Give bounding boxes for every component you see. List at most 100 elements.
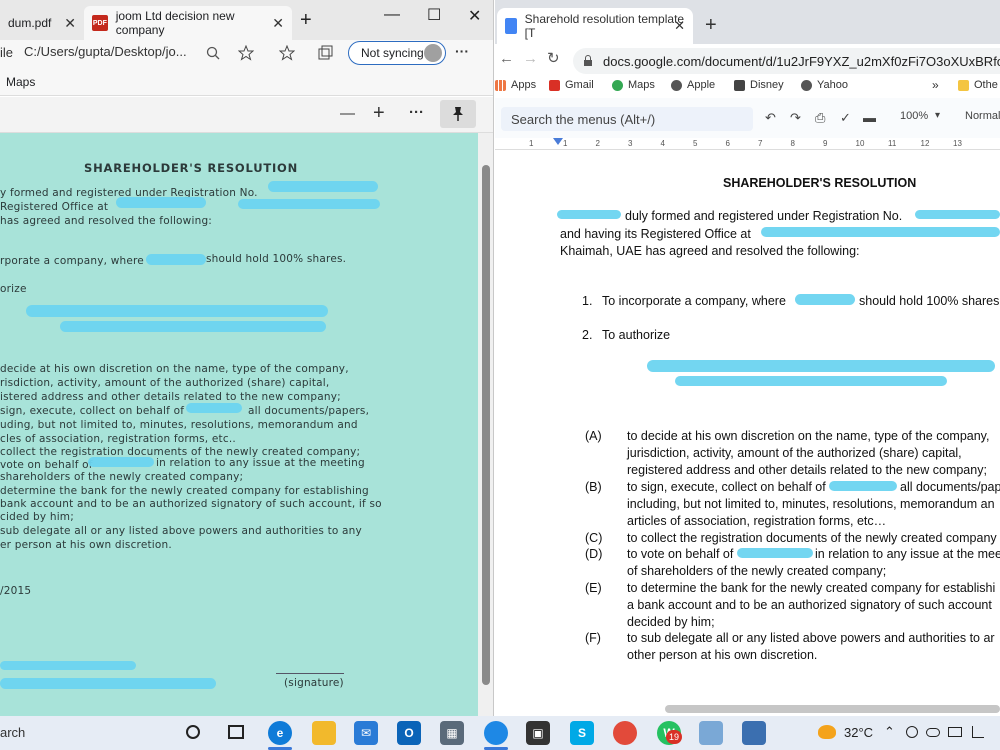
bookmark-label: Disney [750,79,784,91]
close-icon[interactable]: ✕ [64,15,76,32]
scrollbar-thumb[interactable] [482,165,490,685]
add-favorite-icon[interactable] [238,45,254,61]
favorite-maps[interactable]: Maps [6,75,35,89]
clause-label: (C) [585,531,603,545]
network-icon[interactable] [906,726,918,738]
paint-format-icon[interactable]: ▬ [863,110,876,125]
file-explorer-icon[interactable] [312,721,336,745]
bookmark-apple[interactable]: Apple [671,79,715,91]
forward-icon[interactable]: → [523,50,538,67]
pin-toolbar-button[interactable] [440,100,476,128]
zoom-out-button[interactable]: — [340,105,355,122]
tab-joom-decision[interactable]: PDF joom Ltd decision new company ✕ [84,6,292,40]
new-tab-button[interactable]: + [300,9,312,32]
ruler[interactable]: 1 1 2 3 4 5 6 7 8 9 10 11 12 13 [495,138,1000,150]
edge-icon[interactable]: e [268,721,292,745]
ruler-tick: 9 [823,139,828,148]
calculator-icon[interactable]: ▦ [440,721,464,745]
address-input[interactable]: C:/Users/gupta/Desktop/jo... [24,44,234,66]
new-tab-button[interactable]: + [705,14,717,37]
zoom-in-button[interactable]: + [373,102,385,125]
chrome-window: Sharehold resolution template [T ✕ + ← →… [495,0,1000,716]
edge-address-bar: ile C:/Users/gupta/Desktop/jo... Not syn… [0,40,493,68]
scan-line: er person at his own discretion. [0,539,172,551]
folder-icon [958,79,969,91]
redaction-mark [268,181,378,192]
temperature-label[interactable]: 32°C [844,725,873,740]
outlook-icon[interactable]: O [397,721,421,745]
tab-dum-pdf[interactable]: dum.pdf ✕ [0,6,84,40]
scan-line: vote on behalf of [0,459,93,471]
redaction-mark [737,548,813,558]
settings-menu-button[interactable]: ··· [455,43,469,59]
tab-shareholder-resolution[interactable]: Sharehold resolution template [T ✕ [497,8,693,44]
doc-line: to collect the registration documents of… [627,531,997,545]
chevron-down-icon: ▾ [935,110,941,121]
chevron-up-icon[interactable]: ⌃ [884,724,895,740]
omnibox[interactable]: docs.google.com/document/d/1u2JrF9YXZ_u2… [573,48,1000,74]
weather-icon[interactable] [818,725,836,739]
zoom-select[interactable]: 100% [900,110,928,122]
redaction-mark [647,360,995,372]
redaction-mark [116,197,206,208]
display-icon[interactable] [948,727,962,737]
spellcheck-icon[interactable]: ✓ [840,110,851,126]
favorites-bar: Maps [0,68,493,96]
ruler-tick: 11 [888,139,897,148]
bookmark-gmail[interactable]: Gmail [549,79,594,91]
task-view-icon[interactable] [228,725,244,739]
scan-line: all documents/papers, [248,405,370,417]
reload-icon[interactable]: ↻ [547,49,560,67]
back-icon[interactable]: ← [499,50,514,67]
speaker-icon[interactable] [972,726,984,738]
skype-icon[interactable]: S [570,721,594,745]
close-icon[interactable]: ✕ [272,15,284,32]
indent-marker[interactable] [553,138,563,145]
pdf-scrollbar[interactable] [478,133,493,716]
not-syncing-button[interactable]: Not syncing [348,41,446,65]
doc-line: a bank account and to be an authorized s… [627,598,992,612]
bookmark-yahoo[interactable]: Yahoo [801,79,848,91]
horizontal-scrollbar[interactable] [495,702,1000,716]
cortana-icon[interactable] [186,725,200,739]
bookmark-disney[interactable]: Disney [734,79,784,91]
search-menus-input[interactable]: Search the menus (Alt+/) [501,107,753,131]
close-window-button[interactable]: ✕ [468,6,481,26]
minimize-button[interactable]: — [384,6,400,24]
doc-line: articles of association, registration fo… [627,514,887,528]
bookmark-other[interactable]: Othe [958,79,998,91]
redo-icon[interactable]: ↷ [790,110,801,126]
document-page[interactable]: SHAREHOLDER'S RESOLUTION duly formed and… [495,150,1000,716]
chrome-icon[interactable] [484,721,508,745]
ruler-tick: 3 [628,139,633,148]
bookmark-maps[interactable]: Maps [612,79,655,91]
app-icon[interactable] [699,721,723,745]
redaction-mark [26,305,328,317]
collections-icon[interactable] [317,45,333,61]
bookmarks-overflow[interactable]: » [932,78,939,92]
scan-title: SHAREHOLDER'S RESOLUTION [84,161,299,175]
store-icon[interactable]: ▣ [526,721,550,745]
close-icon[interactable]: ✕ [674,18,685,34]
more-options-button[interactable]: ··· [409,104,424,121]
undo-icon[interactable]: ↶ [765,110,776,126]
url-text: docs.google.com/document/d/1u2JrF9YXZ_u2… [603,53,1000,69]
favorites-icon[interactable] [279,45,295,61]
bookmark-label: Apps [511,79,537,91]
print-icon[interactable]: ⎙ [815,110,825,126]
cloud-icon[interactable] [926,728,940,737]
maximize-button[interactable]: ☐ [427,5,441,25]
docs-toolbar: Search the menus (Alt+/) ↶ ↷ ⎙ ✓ ▬ 100% … [495,98,1000,138]
style-select[interactable]: Normal [965,110,1000,122]
chrome-profile-icon[interactable] [613,721,637,745]
tab-label: dum.pdf [8,16,52,30]
taskbar-search[interactable]: arch [0,725,25,740]
scrollbar-thumb[interactable] [665,705,1000,713]
notification-badge: 19 [666,730,682,744]
zoom-icon[interactable] [206,46,220,60]
photos-icon[interactable] [742,721,766,745]
ruler-tick: 8 [790,139,795,148]
bookmark-apps[interactable]: Apps [495,79,536,91]
mail-icon[interactable]: ✉ [354,721,378,745]
scan-line: istered address and other details relate… [0,391,341,403]
